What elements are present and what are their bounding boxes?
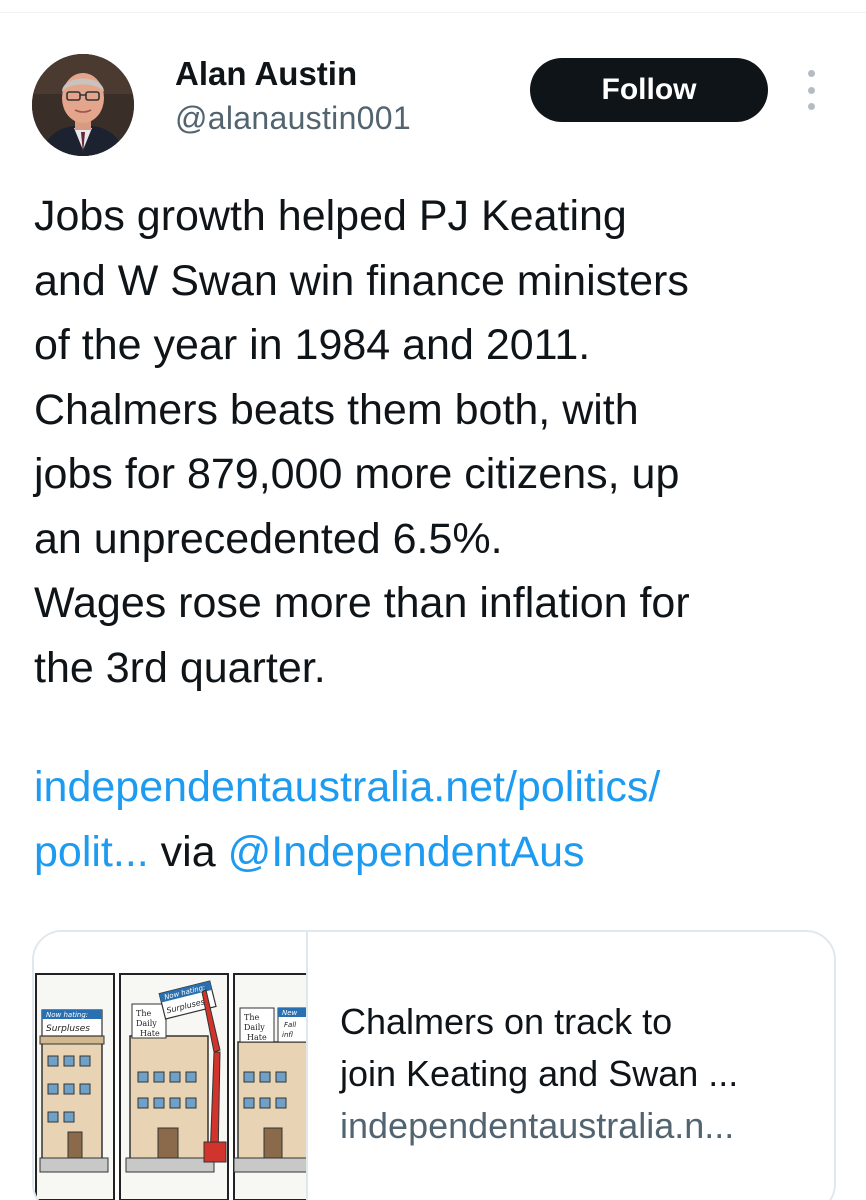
panel1-sign-bottom: Surpluses bbox=[46, 1024, 90, 1034]
panel3-building-line2: Daily bbox=[244, 1023, 265, 1032]
card-title-line[interactable]: Chalmers on track to bbox=[340, 996, 820, 1048]
cartoon-image: Now hating: Surpluses The Daily Hate Now… bbox=[34, 932, 309, 1200]
card-thumbnail[interactable]: Now hating: Surpluses The Daily Hate Now… bbox=[34, 932, 309, 1200]
tweet-text-line: and W Swan win finance ministers bbox=[34, 256, 689, 305]
card-title-line[interactable]: join Keating and Swan ... bbox=[340, 1048, 820, 1100]
display-name[interactable]: Alan Austin bbox=[175, 52, 411, 96]
follow-button[interactable]: Follow bbox=[530, 58, 768, 122]
author-info[interactable]: Alan Austin @alanaustin001 bbox=[175, 52, 411, 140]
article-link[interactable]: independentaustralia.net/politics/ bbox=[34, 763, 660, 811]
panel2-building-line1: The bbox=[136, 1009, 151, 1018]
article-link-continued[interactable]: polit... bbox=[34, 828, 149, 876]
panel2-building-line2: Daily bbox=[136, 1019, 157, 1028]
panel3-building-line3: Hate bbox=[247, 1033, 267, 1042]
dot bbox=[807, 103, 815, 110]
more-vertical-icon[interactable] bbox=[796, 70, 826, 110]
user-handle[interactable]: @alanaustin001 bbox=[175, 96, 411, 140]
panel3-sign-bottom: infl bbox=[282, 1031, 293, 1039]
avatar[interactable] bbox=[32, 54, 134, 156]
dot bbox=[807, 70, 815, 77]
tweet-text-line: an unprecedented 6.5%. bbox=[34, 514, 503, 563]
panel3-sign-mid: Fall bbox=[284, 1021, 296, 1029]
tweet-text-line: Chalmers beats them both, with bbox=[34, 385, 639, 434]
tweet-text-line: the 3rd quarter. bbox=[34, 643, 326, 692]
tweet-text: Jobs growth helped PJ Keating and W Swan… bbox=[34, 184, 844, 700]
panel2-building-line3: Hate bbox=[140, 1029, 160, 1038]
via-text: via bbox=[148, 827, 228, 876]
panel3-building-line1: The bbox=[244, 1013, 259, 1022]
tweet-text-line: jobs for 879,000 more citizens, up bbox=[34, 450, 680, 498]
link-preview-card[interactable]: Now hating: Surpluses The Daily Hate Now… bbox=[32, 930, 836, 1200]
card-text[interactable]: Chalmers on track to join Keating and Sw… bbox=[340, 996, 820, 1152]
tweet-text-line: Wages rose more than inflation for bbox=[34, 579, 690, 627]
panel1-sign-top: Now hating: bbox=[46, 1011, 88, 1019]
tweet-link-block: independentaustralia.net/politics/ polit… bbox=[34, 755, 844, 884]
tweet-view: Alan Austin @alanaustin001 Follow Jobs g… bbox=[0, 0, 866, 1200]
mention-link[interactable]: @IndependentAus bbox=[228, 828, 585, 876]
tweet-text-line: Jobs growth helped PJ Keating bbox=[34, 192, 627, 240]
profile-photo-icon bbox=[32, 54, 134, 156]
dot bbox=[807, 86, 815, 94]
card-domain[interactable]: independentaustralia.n... bbox=[340, 1100, 820, 1152]
tweet-text-line: of the year in 1984 and 2011. bbox=[34, 321, 591, 369]
divider bbox=[0, 12, 866, 13]
panel3-sign-top: New bbox=[282, 1009, 298, 1017]
